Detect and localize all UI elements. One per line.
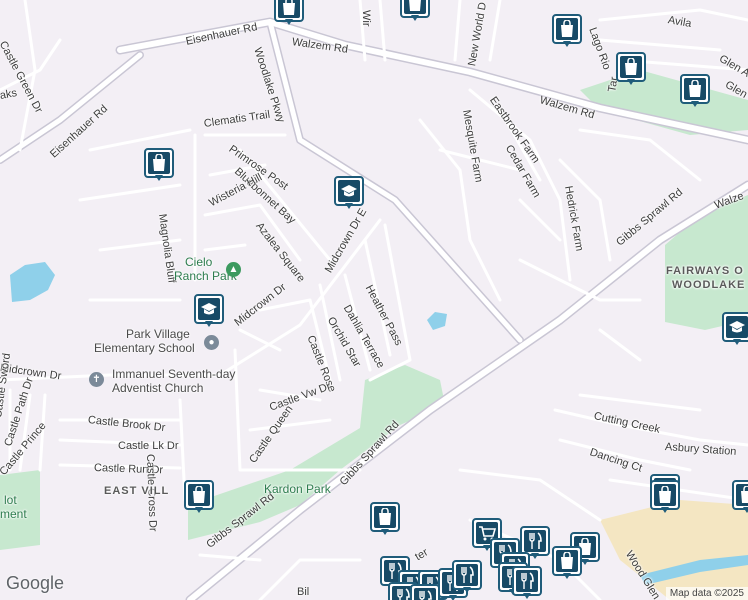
fork-knife-icon	[456, 564, 478, 586]
shopping-marker[interactable]	[144, 148, 174, 184]
place-park-village-line2: Elementary School	[94, 341, 195, 355]
area-fairways-line2: WOODLAKE	[672, 279, 746, 291]
shopping-marker[interactable]	[370, 502, 400, 538]
google-logo: Google	[6, 573, 65, 593]
map-data-attribution[interactable]: Map data ©2025	[665, 587, 748, 600]
shopping-marker[interactable]	[680, 74, 710, 110]
shopping-bag-icon	[374, 506, 396, 528]
shopping-marker[interactable]	[552, 546, 582, 582]
restaurant-marker[interactable]	[512, 566, 542, 600]
school-small-icon[interactable]: ●	[204, 335, 219, 350]
road-label-win: Wir	[360, 10, 372, 27]
shopping-bag-icon	[556, 18, 578, 40]
road-label-bil: Bil	[297, 586, 310, 598]
road-label-castle-lk: Castle Lk Dr	[118, 440, 179, 452]
shopping-marker[interactable]	[400, 0, 430, 24]
fork-knife-icon	[414, 588, 436, 600]
shopping-bag-icon	[654, 484, 676, 506]
shopping-bag-icon	[278, 0, 300, 18]
lake-west	[10, 262, 55, 302]
place-kardon-park: Kardon Park	[264, 482, 331, 496]
area-east-village: EAST VILL	[104, 485, 170, 497]
restaurant-marker[interactable]	[452, 560, 482, 596]
shopping-bag-icon	[148, 152, 170, 174]
restaurant-marker[interactable]	[410, 584, 440, 600]
shopping-bag-icon	[736, 484, 748, 506]
church-cross-icon[interactable]: ✝	[89, 372, 104, 387]
place-immanuel-line2: Adventist Church	[112, 381, 204, 395]
fork-knife-icon	[516, 570, 538, 592]
shopping-marker[interactable]	[552, 14, 582, 50]
school-marker[interactable]	[194, 294, 224, 330]
school-marker[interactable]	[334, 176, 364, 212]
shopping-marker[interactable]	[732, 480, 748, 516]
graduation-cap-icon	[198, 298, 220, 320]
fork-knife-icon	[524, 530, 546, 552]
school-marker[interactable]	[722, 312, 748, 348]
area-fairways-line1: FAIRWAYS O	[666, 265, 744, 277]
park-tree-icon[interactable]: ▲	[226, 262, 241, 277]
shopping-marker[interactable]	[274, 0, 304, 28]
place-immanuel-line1: Immanuel Seventh-day	[112, 367, 236, 381]
shopping-bag-icon	[684, 78, 706, 100]
graduation-cap-icon	[726, 316, 748, 338]
place-pilot-line2: ment	[0, 507, 27, 521]
shopping-marker[interactable]	[650, 480, 680, 516]
shopping-bag-icon	[620, 56, 642, 78]
shopping-marker[interactable]	[184, 480, 214, 516]
shopping-bag-icon	[556, 550, 578, 572]
shopping-bag-icon	[188, 484, 210, 506]
graduation-cap-icon	[338, 180, 360, 202]
place-park-village-line1: Park Village	[126, 327, 190, 341]
pond-center	[427, 312, 447, 330]
shopping-marker[interactable]	[616, 52, 646, 88]
map-view[interactable]: Eisenhauer Rd Walzem Rd Eisenhauer Rd Wo…	[0, 0, 748, 600]
shopping-bag-icon	[404, 0, 426, 14]
place-pilot-line1: lot	[4, 493, 17, 507]
place-cielo-ranch-park-line1: Cielo	[185, 255, 213, 269]
